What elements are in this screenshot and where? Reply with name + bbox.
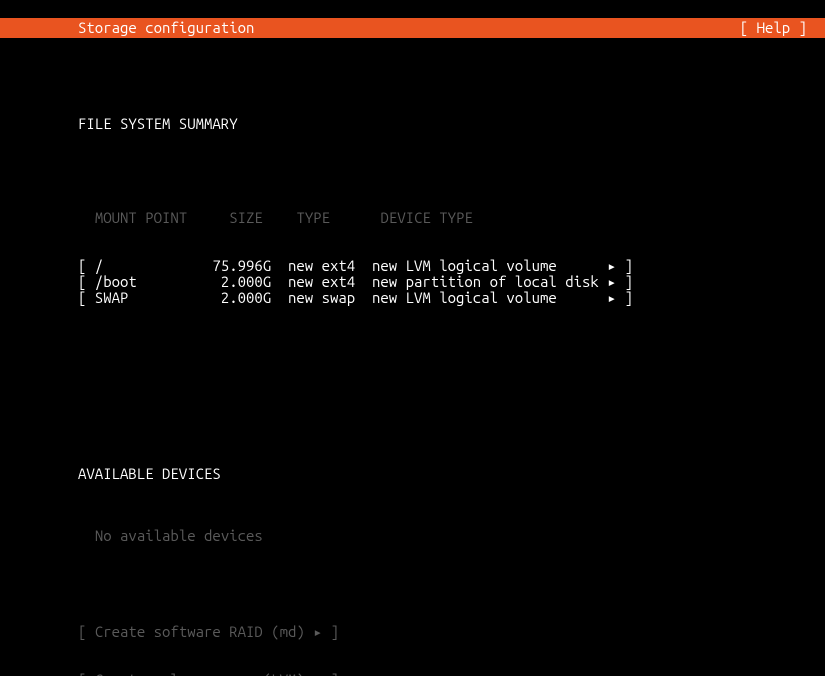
fs-summary-table: MOUNT POINT SIZE TYPE DEVICE TYPE [ / 75…	[78, 178, 747, 338]
fs-columns: MOUNT POINT SIZE TYPE DEVICE TYPE	[78, 210, 747, 226]
help-button[interactable]: [ Help ]	[740, 18, 807, 38]
page-title: Storage configuration	[78, 18, 254, 38]
no-available: No available devices	[78, 528, 747, 544]
create-raid[interactable]: [ Create software RAID (md) ▸ ]	[78, 624, 747, 640]
available-title: AVAILABLE DEVICES	[78, 466, 747, 482]
chevron-right-icon: ▸	[313, 623, 322, 640]
header-bar: Storage configuration [ Help ]	[0, 18, 825, 38]
content-area: FILE SYSTEM SUMMARY MOUNT POINT SIZE TYP…	[0, 38, 825, 676]
fs-summary-title: FILE SYSTEM SUMMARY	[78, 116, 747, 132]
fs-row[interactable]: [ SWAP 2.000G new swap new LVM logical v…	[78, 290, 747, 306]
create-lvm[interactable]: [ Create volume group (LVM) ▸ ]	[78, 672, 747, 676]
fs-row[interactable]: [ /boot 2.000G new ext4 new partition of…	[78, 274, 747, 290]
chevron-right-icon: ▸	[313, 671, 322, 676]
fs-row[interactable]: [ / 75.996G new ext4 new LVM logical vol…	[78, 258, 747, 274]
